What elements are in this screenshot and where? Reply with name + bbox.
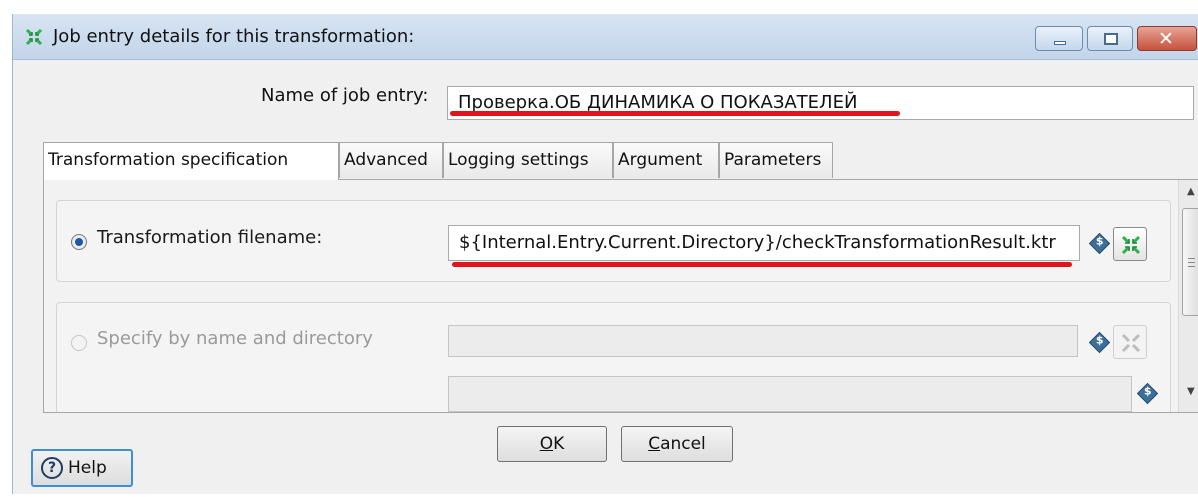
filename-radio[interactable] xyxy=(71,234,87,250)
browse-icon xyxy=(1121,235,1141,255)
job-entry-dialog: Job entry details for this transformatio… xyxy=(12,14,1198,494)
tab-logging-settings[interactable]: Logging settings xyxy=(443,142,613,178)
transformation-filename-input[interactable]: ${Internal.Entry.Current.Directory}/chec… xyxy=(448,225,1080,261)
name-directory-radio[interactable] xyxy=(71,335,87,351)
directory-input xyxy=(448,376,1132,412)
transformation-spec-panel: Transformation filename: ${Internal.Entr… xyxy=(43,179,1198,413)
scrollbar-thumb[interactable] xyxy=(1182,208,1198,316)
maximize-icon xyxy=(1104,33,1118,45)
cancel-mnemonic: C xyxy=(648,434,661,454)
spoon-transformation-icon xyxy=(25,28,43,46)
browse-repository-button xyxy=(1113,325,1147,359)
title-bar[interactable]: Job entry details for this transformatio… xyxy=(13,14,1198,60)
help-label: Help xyxy=(68,458,107,478)
grip-icon xyxy=(1188,258,1195,267)
tab-argument[interactable]: Argument xyxy=(613,142,719,178)
browse-icon xyxy=(1121,333,1141,353)
minimize-button[interactable] xyxy=(1035,26,1083,51)
close-icon: ✕ xyxy=(1158,28,1174,50)
cancel-label: ancel xyxy=(660,434,706,454)
ok-label: K xyxy=(553,434,565,454)
job-entry-name-label: Name of job entry: xyxy=(261,85,429,106)
minimize-icon xyxy=(1054,41,1066,45)
vertical-scrollbar[interactable]: ▲ ▼ xyxy=(1178,180,1198,412)
ok-button[interactable]: OK xyxy=(497,426,607,462)
window-title: Job entry details for this transformatio… xyxy=(53,26,415,47)
filename-option-label: Transformation filename: xyxy=(97,227,323,248)
tab-transformation-specification[interactable]: Transformation specification xyxy=(43,142,339,180)
transformation-name-input xyxy=(448,325,1078,357)
maximize-button[interactable] xyxy=(1087,26,1133,51)
scroll-up-arrow-icon[interactable]: ▲ xyxy=(1187,186,1195,197)
browse-file-button[interactable] xyxy=(1113,227,1147,261)
close-button[interactable]: ✕ xyxy=(1137,26,1197,51)
help-icon: ? xyxy=(41,457,63,479)
cancel-button[interactable]: Cancel xyxy=(621,426,733,462)
name-directory-option-label: Specify by name and directory xyxy=(97,328,373,349)
tab-parameters[interactable]: Parameters xyxy=(719,142,833,178)
red-underline-annotation xyxy=(452,262,1072,267)
red-underline-annotation xyxy=(450,111,900,116)
tab-advanced[interactable]: Advanced xyxy=(339,142,443,178)
scroll-down-arrow-icon[interactable]: ▼ xyxy=(1187,386,1195,397)
radio-selected-dot xyxy=(75,238,83,246)
ok-mnemonic: O xyxy=(539,434,554,454)
help-button[interactable]: ? Help xyxy=(31,449,133,487)
